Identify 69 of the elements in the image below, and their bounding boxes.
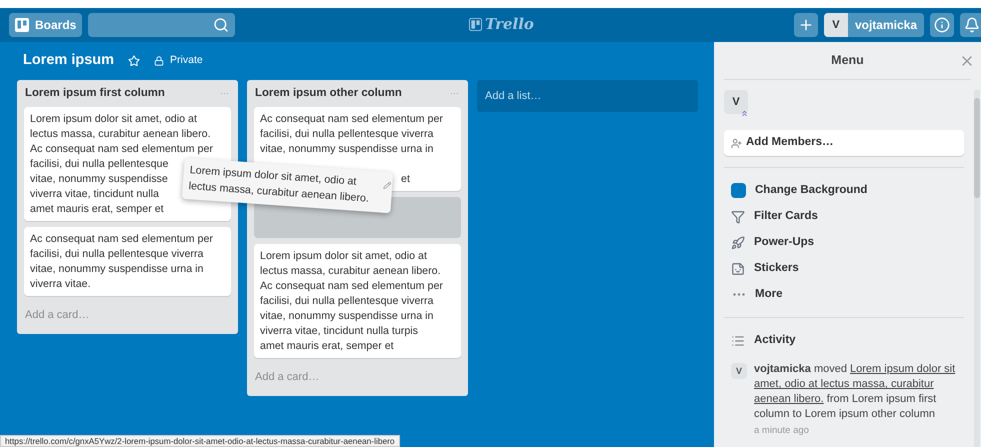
status-url: https://trello.com/c/gnxA5Ywz/2-lorem-ipsum-dolor-sit-amet-odio-at-lectus-massa-curabitur-aenean-libero <box>0 435 400 447</box>
menu-item[interactable]: Filter Cards <box>731 208 964 225</box>
card-text-line: amet mauris erat, semper et <box>30 202 164 217</box>
list-title: Lorem ipsum other column <box>255 86 402 102</box>
list-title: Lorem ipsum first column <box>25 86 165 102</box>
card-text-line: facilisi, dui nulla pellentesque <box>30 157 168 172</box>
user-button[interactable]: V vojtamicka <box>824 13 924 37</box>
card-text-line: facilisi, dui nulla pellentesque viverra <box>260 294 434 309</box>
card-text-line: lectus massa, curabitur aenean libero. <box>30 127 211 142</box>
board-icon <box>15 18 29 32</box>
search-field[interactable] <box>88 13 236 37</box>
add-member-icon <box>731 138 742 148</box>
trello-logo: Trello <box>469 16 534 33</box>
member-avatar[interactable]: V <box>724 90 748 114</box>
card-text-line: Ac consequat nam sed elementum per <box>30 232 213 247</box>
card-text-line: Lorem ipsum dolor sit amet, odio at <box>260 249 427 264</box>
card-text-line: vitae, nonummy suspendisse urna in <box>260 309 434 324</box>
activity-title: Activity <box>754 333 796 348</box>
plus-icon <box>798 17 814 33</box>
add-members-button[interactable]: Add Members… <box>724 130 964 156</box>
pencil-icon <box>382 180 392 190</box>
card-text-line: viverra vitae, tincidunt nulla turpis <box>260 324 418 339</box>
board-title: Lorem ipsum <box>23 51 114 70</box>
info-button[interactable] <box>930 13 954 37</box>
card-text-line: viverra vitae. <box>30 277 91 292</box>
menu-item[interactable]: More <box>731 286 964 303</box>
card-text-line: facilisi, dui nulla pellentesque viverra <box>30 247 204 262</box>
card-text-line: vitae, nonummy suspendisse urna in <box>30 262 204 277</box>
card-link[interactable]: Lorem ipsum dolor sit <box>850 363 956 376</box>
add-button[interactable] <box>794 13 818 37</box>
notifications-button[interactable] <box>960 13 981 37</box>
card-text-line: vitae, nonummy suspendisse <box>30 172 168 187</box>
card[interactable]: Ac consequat nam sed elementum per facilisi, dui nulla pellentesque viverra vitae, nonummy suspendisse urna in viverra vitae. <box>24 227 231 296</box>
card[interactable] <box>254 244 461 358</box>
card-text-line: Lorem ipsum dolor sit amet, odio at <box>30 112 197 127</box>
card-text-line: vitae, nonummy suspendisse urna in <box>260 142 434 157</box>
add-list-button[interactable]: Add a list… <box>477 80 698 112</box>
menu-title: Menu <box>831 52 864 70</box>
card-text-line: Ac consequat nam sed elementum per <box>30 142 213 157</box>
card-text-line: amet mauris erat, semper et <box>260 339 394 354</box>
rocket-icon <box>731 236 745 250</box>
username: vojtamicka <box>854 17 917 34</box>
card-text-line: viverra vitae, tincidunt nulla <box>30 187 159 202</box>
star-icon[interactable] <box>128 55 140 67</box>
card-link[interactable]: aenean libero. <box>754 393 824 406</box>
card-text-line: Ac consequat nam sed elementum per <box>260 112 443 127</box>
activity-time: a minute ago <box>754 424 810 438</box>
avatar: V <box>824 13 848 37</box>
more-icon <box>732 293 744 296</box>
search-icon <box>213 17 230 33</box>
card-text-line: Ac consequat nam sed elementum per <box>260 279 443 294</box>
scrollbar[interactable] <box>974 90 980 447</box>
lock-icon <box>154 56 164 66</box>
card-text-line: facilisi, dui nulla pellentesque viverra <box>260 127 434 142</box>
avatar: V <box>731 363 747 380</box>
menu-item[interactable]: Stickers <box>731 260 964 277</box>
menu-item[interactable]: Change Background <box>731 182 964 199</box>
card-text-line: et <box>401 172 410 187</box>
sticker-icon <box>731 262 745 276</box>
menu-item[interactable]: Power-Ups <box>731 234 964 251</box>
activity-entry: vojtamicka moved Lorem ipsum dolor sit amet, odio at lectus massa, curabitur aenean libero. from Lorem ipsum first column to Lorem ipsum other column <box>754 362 956 422</box>
activity-icon <box>731 334 745 348</box>
info-icon <box>934 17 950 33</box>
bell-icon <box>964 17 980 33</box>
card-link[interactable]: amet, odio at lectus massa, curabitur <box>754 378 934 390</box>
card-text-line: lectus massa, curabitur aenean libero. <box>260 264 441 279</box>
filter-icon <box>731 210 745 224</box>
visibility-button[interactable]: Private <box>154 53 203 69</box>
admin-icon <box>740 109 749 118</box>
